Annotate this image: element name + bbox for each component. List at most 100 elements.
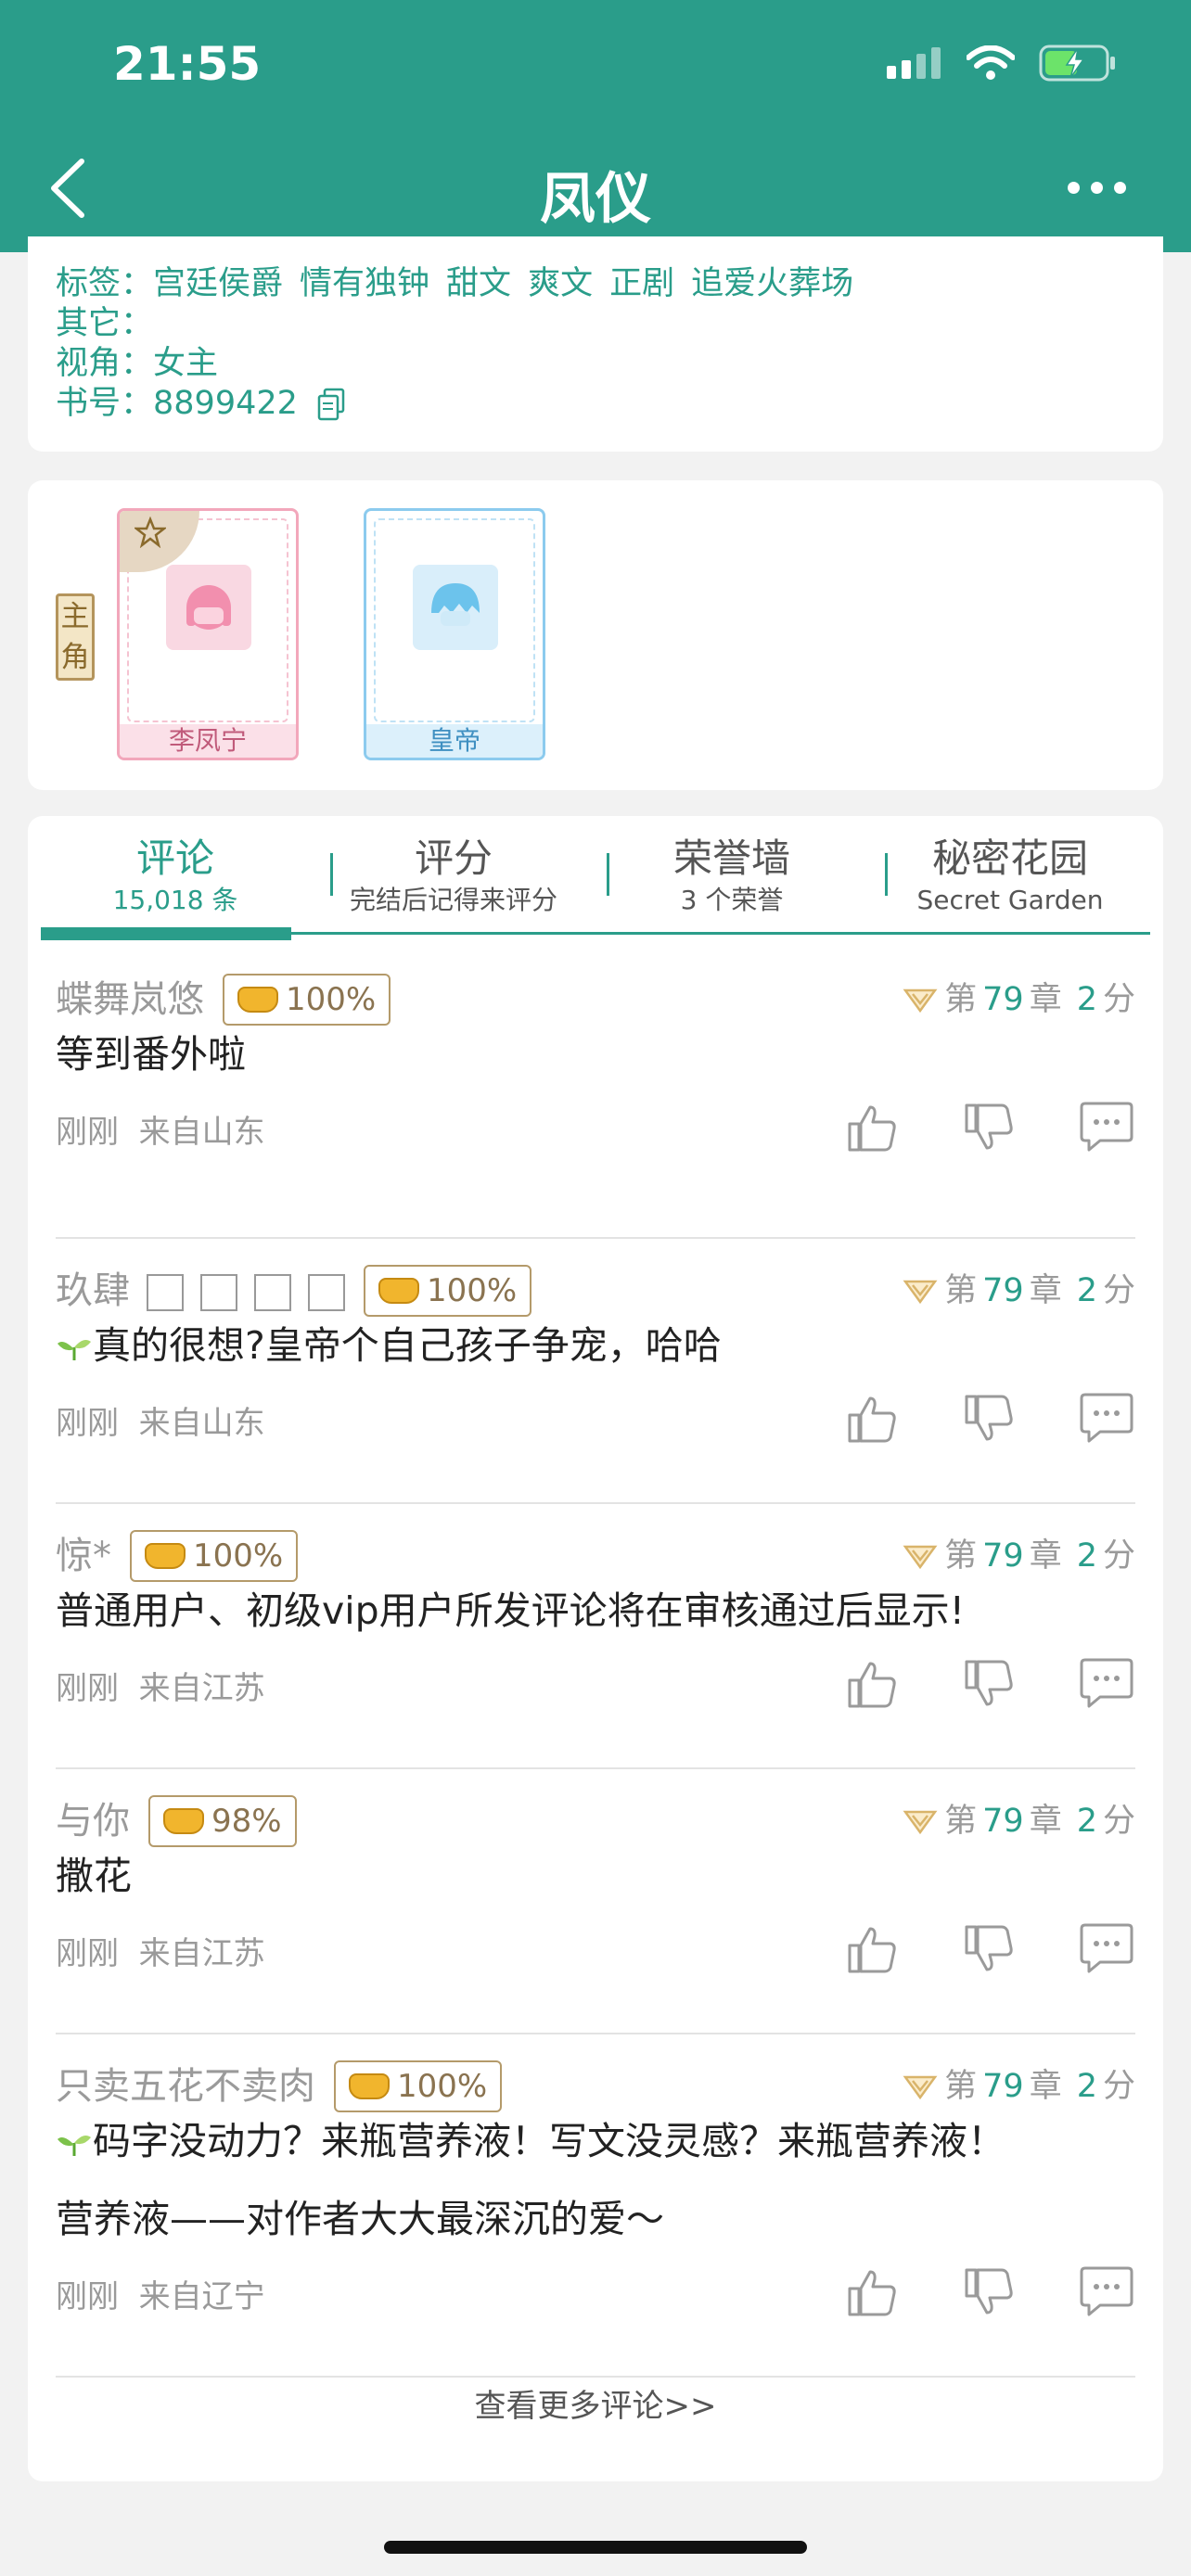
reply-bubble-icon[interactable] (1078, 1100, 1135, 1155)
reply-bubble-icon[interactable] (1078, 2264, 1135, 2320)
thumbs-down-icon[interactable] (961, 1391, 1017, 1447)
tab-subtitle: Secret Garden (916, 885, 1104, 915)
thumbs-up-icon[interactable] (844, 1100, 900, 1155)
reply-bubble-icon[interactable] (1078, 1921, 1135, 1977)
score-unit: 分 (1102, 1537, 1135, 1575)
comment-meta: 刚刚 来自山东 (56, 1400, 265, 1447)
tab-title: 秘密花园 (931, 835, 1088, 881)
book-number-row: 书号：8899422 (56, 384, 1135, 424)
comment-text-row: 码字没动力？来瓶营养液！写文没灵感？来瓶营养液！ (56, 2103, 1005, 2179)
comment-location: 来自辽宁 (138, 2278, 265, 2315)
vip-diamond-icon (903, 1810, 938, 1835)
tag-item[interactable]: 宫廷侯爵 (153, 265, 283, 302)
score-value: 2 (1076, 2068, 1097, 2105)
chapter-suffix: 章 (1029, 1272, 1062, 1309)
book-info-card: 标签：宫廷侯爵 情有独钟 甜文 爽文 正剧 追爱火葬场 其它： 视角：女主 书号：8899… (28, 236, 1163, 452)
comment-text: 码字没动力？来瓶营养液！写文没灵感？来瓶营养液！ (93, 2119, 1005, 2163)
book-number-label: 书号： (56, 385, 154, 422)
tab-title: 荣誉墙 (672, 835, 790, 881)
comments-card: 评论 15,018 条 评分 完结后记得来评分 荣誉墙 3 个荣誉 秘密花园 S… (28, 816, 1163, 2481)
comment-item: 与你 98% 第 79 章 2 分 撒花 刚刚 来自江苏 (56, 1769, 1135, 2034)
tab-subtitle: 完结后记得来评分 (349, 885, 557, 915)
perspective-label: 视角： (56, 345, 154, 382)
tag-item[interactable]: 情有独钟 (300, 265, 429, 302)
gold-ingot-icon (349, 2073, 390, 2099)
comment-actions (844, 1656, 1135, 1712)
other-label: 其它： (56, 305, 154, 342)
gold-ingot-icon (163, 1808, 204, 1834)
active-tab-indicator (41, 927, 291, 940)
tab-honor-wall[interactable]: 荣誉墙 3 个荣誉 (597, 833, 866, 916)
comment-item: 惊* 100% 第 79 章 2 分 普通用户、初级vip用户所发评论将在审核通过后显示… (56, 1504, 1135, 1769)
comment-meta: 刚刚 来自江苏 (56, 1665, 265, 1712)
more-options-icon[interactable] (1068, 182, 1126, 194)
comment-actions (844, 1921, 1135, 1977)
perspective-row: 视角：女主 (56, 344, 1135, 384)
tab-subtitle: 3 个荣誉 (680, 885, 784, 915)
girl-avatar-icon (186, 585, 231, 630)
chapter-prefix: 第 (944, 1272, 978, 1309)
thumbs-up-icon[interactable] (844, 1656, 900, 1712)
thumbs-up-icon[interactable] (844, 2264, 900, 2320)
thumbs-down-icon[interactable] (961, 1921, 1017, 1977)
characters-card: 主角 李凤宁 皇帝 (28, 480, 1163, 790)
page-title: 凤仪 (540, 167, 651, 232)
tab-comments[interactable]: 评论 15,018 条 (41, 833, 310, 916)
vip-diamond-icon (903, 1280, 938, 1305)
comment-actions (844, 2264, 1135, 2320)
view-more-comments-link[interactable]: 查看更多评论>> (28, 2383, 1163, 2429)
character-card-li-fengning[interactable]: 李凤宁 (117, 508, 299, 760)
character-name: 皇帝 (366, 724, 543, 758)
comment-text-line-2: 营养液——对作者大大最深沉的爱～ (56, 2197, 664, 2241)
character-avatar (166, 565, 251, 650)
tab-rating[interactable]: 评分 完结后记得来评分 (319, 833, 588, 916)
score-unit: 分 (1102, 2068, 1135, 2105)
comment-time: 刚刚 (56, 1405, 119, 1442)
perspective-value: 女主 (153, 345, 219, 382)
comment-time: 刚刚 (56, 2278, 119, 2315)
tag-item[interactable]: 爽文 (528, 265, 593, 302)
chapter-suffix: 章 (1029, 1803, 1062, 1840)
comment-actions (844, 1391, 1135, 1447)
character-avatar (413, 565, 498, 650)
score-unit: 分 (1102, 981, 1135, 1018)
gold-ingot-icon (145, 1543, 186, 1569)
chapter-score: 第 79 章 2 分 (902, 1265, 1135, 1317)
chapter-number: 79 (982, 1803, 1024, 1840)
thumbs-down-icon[interactable] (961, 1100, 1017, 1155)
battery-charging-icon (1039, 45, 1115, 82)
tag-item[interactable]: 正剧 (609, 265, 674, 302)
thumbs-up-icon[interactable] (844, 1391, 900, 1447)
thumbs-down-icon[interactable] (961, 2264, 1017, 2320)
comment-text: 等到番外啦 (56, 1032, 246, 1077)
vip-diamond-icon (903, 2075, 938, 2100)
tag-item[interactable]: 甜文 (446, 265, 511, 302)
status-icons (887, 45, 1117, 82)
chapter-suffix: 章 (1029, 981, 1062, 1018)
comment-time: 刚刚 (56, 1935, 119, 1972)
tag-item[interactable]: 追爱火葬场 (691, 265, 853, 302)
comment-location: 来自江苏 (138, 1935, 265, 1972)
vip-diamond-icon (903, 1545, 938, 1570)
sprout-icon (58, 2136, 91, 2156)
comment-location: 来自山东 (138, 1114, 265, 1151)
character-card-emperor[interactable]: 皇帝 (364, 508, 545, 760)
comment-text: 普通用户、初级vip用户所发评论将在审核通过后显示! (56, 1588, 966, 1633)
tab-title: 评论 (135, 835, 214, 881)
comment-item: 玖肆 100% 第 79 章 2 分 真的很想?皇帝个自己孩子争宠，哈哈 刚刚 来自山东 (56, 1239, 1135, 1504)
thumbs-down-icon[interactable] (961, 1656, 1017, 1712)
copy-icon[interactable] (317, 388, 345, 421)
reply-bubble-icon[interactable] (1078, 1391, 1135, 1447)
character-name: 李凤宁 (120, 724, 296, 758)
score-value: 2 (1076, 1803, 1097, 1840)
comment-meta: 刚刚 来自辽宁 (56, 2274, 265, 2320)
comment-text-row: 真的很想?皇帝个自己孩子争宠，哈哈 (56, 1307, 722, 1384)
fan-badge: 100% (223, 974, 391, 1026)
comment-text: 撒花 (56, 1854, 132, 1898)
comment-text: 真的很想?皇帝个自己孩子争宠，哈哈 (93, 1323, 722, 1368)
reply-bubble-icon[interactable] (1078, 1656, 1135, 1712)
badge-value: 98% (211, 1803, 282, 1840)
home-indicator (384, 2541, 807, 2554)
thumbs-up-icon[interactable] (844, 1921, 900, 1977)
tab-secret-garden[interactable]: 秘密花园 Secret Garden (876, 833, 1145, 916)
